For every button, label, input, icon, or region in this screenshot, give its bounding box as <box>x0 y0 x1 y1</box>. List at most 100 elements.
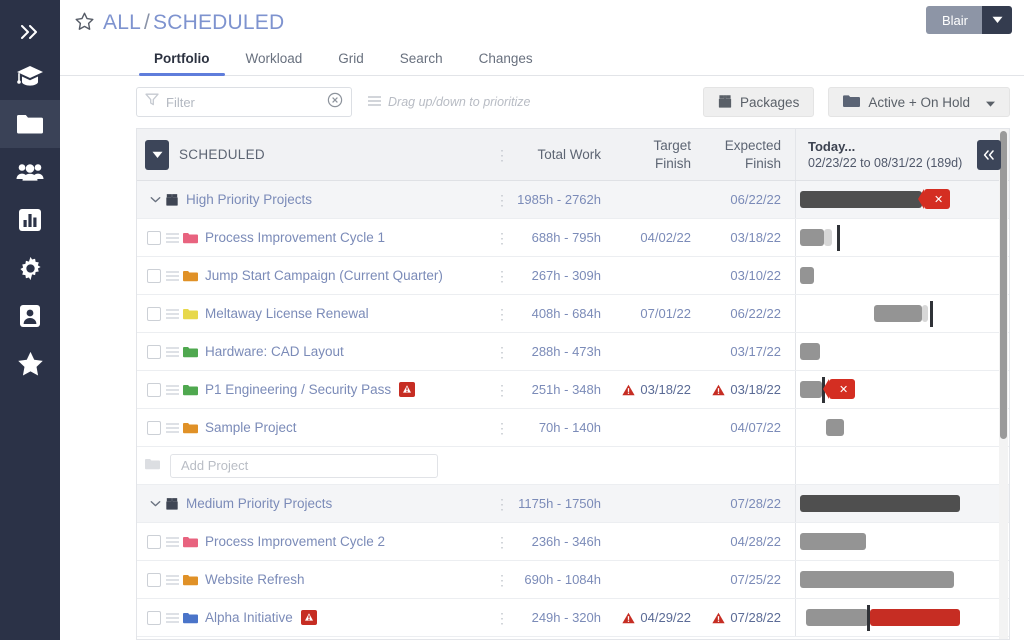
group-row[interactable]: Medium Priority Projects⋮1175h - 1750h07… <box>137 485 1009 523</box>
chevron-down-icon[interactable] <box>982 6 1012 34</box>
row-options-icon[interactable]: ⋮ <box>495 611 509 625</box>
scrollbar-thumb[interactable] <box>1000 131 1007 439</box>
row-options-icon[interactable]: ⋮ <box>495 535 509 549</box>
project-name[interactable]: Alpha Initiative <box>205 610 293 625</box>
gantt-bar[interactable] <box>824 229 832 246</box>
row-options-icon[interactable]: ⋮ <box>495 383 509 397</box>
warning-icon[interactable] <box>399 382 415 397</box>
tab-grid[interactable]: Grid <box>320 51 382 75</box>
row-options-icon[interactable]: ⋮ <box>495 307 509 321</box>
row-options-icon[interactable]: ⋮ <box>495 193 509 207</box>
gantt-bar[interactable] <box>800 571 954 588</box>
row-checkbox[interactable] <box>147 421 161 435</box>
drag-handle-icon[interactable] <box>161 423 183 433</box>
chevron-down-icon[interactable] <box>145 196 165 203</box>
scheduled-collapse-toggle[interactable] <box>145 140 169 170</box>
add-project-row[interactable]: Add Project <box>137 447 1009 485</box>
table-row[interactable]: Website Refresh⋮690h - 1084h07/25/22 <box>137 561 1009 599</box>
drag-handle-icon[interactable] <box>161 271 183 281</box>
chevron-down-icon[interactable] <box>145 500 165 507</box>
project-name[interactable]: Process Improvement Cycle 1 <box>205 230 385 245</box>
header-expected-finish[interactable]: ExpectedFinish <box>705 129 795 180</box>
project-name[interactable]: Process Improvement Cycle 2 <box>205 534 385 549</box>
project-name[interactable]: Jump Start Campaign (Current Quarter) <box>205 268 443 283</box>
drag-handle-icon[interactable] <box>161 575 183 585</box>
drag-handle-icon[interactable] <box>161 347 183 357</box>
sidebar-item-training[interactable] <box>0 52 60 100</box>
project-name[interactable]: Meltaway License Renewal <box>205 306 369 321</box>
row-checkbox[interactable] <box>147 231 161 245</box>
sidebar-item-settings[interactable] <box>0 244 60 292</box>
gantt-conflict-flag[interactable]: ✕ <box>924 189 950 209</box>
gantt-bar[interactable] <box>800 229 824 246</box>
status-filter-dropdown[interactable]: Active + On Hold <box>828 87 1010 117</box>
group-row[interactable]: High Priority Projects⋮1985h - 2762h06/2… <box>137 181 1009 219</box>
sidebar-item-reports[interactable] <box>0 196 60 244</box>
sidebar-item-people[interactable] <box>0 148 60 196</box>
sidebar-item-account[interactable] <box>0 292 60 340</box>
gantt-bar[interactable] <box>800 533 866 550</box>
gantt-bar[interactable] <box>800 495 960 512</box>
table-row[interactable]: Process Improvement Cycle 2⋮236h - 346h0… <box>137 523 1009 561</box>
table-row[interactable]: Jump Start Campaign (Current Quarter)⋮26… <box>137 257 1009 295</box>
header-target-finish[interactable]: TargetFinish <box>615 129 705 180</box>
row-checkbox[interactable] <box>147 269 161 283</box>
packages-button[interactable]: Packages <box>703 87 814 117</box>
gantt-bar[interactable] <box>800 191 922 208</box>
row-checkbox[interactable] <box>147 573 161 587</box>
drag-handle-icon[interactable] <box>161 537 183 547</box>
vertical-scrollbar[interactable] <box>999 129 1008 639</box>
drag-handle-icon[interactable] <box>161 385 183 395</box>
user-menu[interactable]: Blair <box>926 6 1012 34</box>
sidebar-item-collapse-expand[interactable] <box>0 12 60 52</box>
drag-handle-icon[interactable] <box>161 613 183 623</box>
table-row[interactable]: Alpha Initiative⋮249h - 320h04/29/2207/2… <box>137 599 1009 637</box>
tab-portfolio[interactable]: Portfolio <box>136 51 228 75</box>
row-checkbox[interactable] <box>147 383 161 397</box>
header-total-work[interactable]: Total Work <box>515 129 615 180</box>
gantt-bar[interactable] <box>874 305 922 322</box>
row-options-icon[interactable]: ⋮ <box>495 421 509 435</box>
favorite-star-icon[interactable] <box>74 11 95 37</box>
row-options-icon[interactable]: ⋮ <box>495 497 509 511</box>
table-row[interactable]: Process Improvement Cycle 1⋮688h - 795h0… <box>137 219 1009 257</box>
tab-search[interactable]: Search <box>382 51 461 75</box>
breadcrumb-root[interactable]: ALL <box>103 11 141 34</box>
drag-handle-icon[interactable] <box>161 233 183 243</box>
gantt-conflict-flag[interactable]: ✕ <box>829 379 855 399</box>
gantt-bar[interactable] <box>800 381 822 398</box>
gantt-bar[interactable] <box>922 305 928 322</box>
row-options-icon[interactable]: ⋮ <box>495 269 509 283</box>
gantt-bar[interactable] <box>870 609 960 626</box>
sidebar-item-favorites[interactable] <box>0 340 60 388</box>
table-row[interactable]: P1 Engineering / Security Pass⋮251h - 34… <box>137 371 1009 409</box>
timeline-collapse-button[interactable] <box>977 140 1001 170</box>
column-options-icon[interactable]: ⋮ <box>495 148 509 162</box>
gantt-bar[interactable] <box>826 419 844 436</box>
add-project-input[interactable]: Add Project <box>170 454 438 478</box>
tab-workload[interactable]: Workload <box>228 51 321 75</box>
project-name[interactable]: P1 Engineering / Security Pass <box>205 382 391 397</box>
drag-handle-icon[interactable] <box>161 309 183 319</box>
gantt-bar[interactable] <box>800 267 814 284</box>
row-options-icon[interactable]: ⋮ <box>495 231 509 245</box>
table-row[interactable]: Sample Project⋮70h - 140h04/07/22 <box>137 409 1009 447</box>
tab-changes[interactable]: Changes <box>461 51 551 75</box>
filter-input[interactable]: Filter <box>136 87 352 117</box>
row-checkbox[interactable] <box>147 307 161 321</box>
row-options-icon[interactable]: ⋮ <box>495 345 509 359</box>
row-checkbox[interactable] <box>147 611 161 625</box>
clear-filter-icon[interactable] <box>327 92 343 113</box>
row-checkbox[interactable] <box>147 345 161 359</box>
project-name[interactable]: Website Refresh <box>205 572 305 587</box>
warning-icon[interactable] <box>301 610 317 625</box>
project-name[interactable]: Medium Priority Projects <box>186 496 332 511</box>
table-row[interactable]: Meltaway License Renewal⋮408h - 684h07/0… <box>137 295 1009 333</box>
row-options-icon[interactable]: ⋮ <box>495 573 509 587</box>
gantt-bar[interactable] <box>800 343 820 360</box>
project-name[interactable]: Hardware: CAD Layout <box>205 344 344 359</box>
gantt-bar[interactable] <box>806 609 868 626</box>
sidebar-item-projects[interactable] <box>0 100 60 148</box>
project-name[interactable]: High Priority Projects <box>186 192 312 207</box>
row-checkbox[interactable] <box>147 535 161 549</box>
